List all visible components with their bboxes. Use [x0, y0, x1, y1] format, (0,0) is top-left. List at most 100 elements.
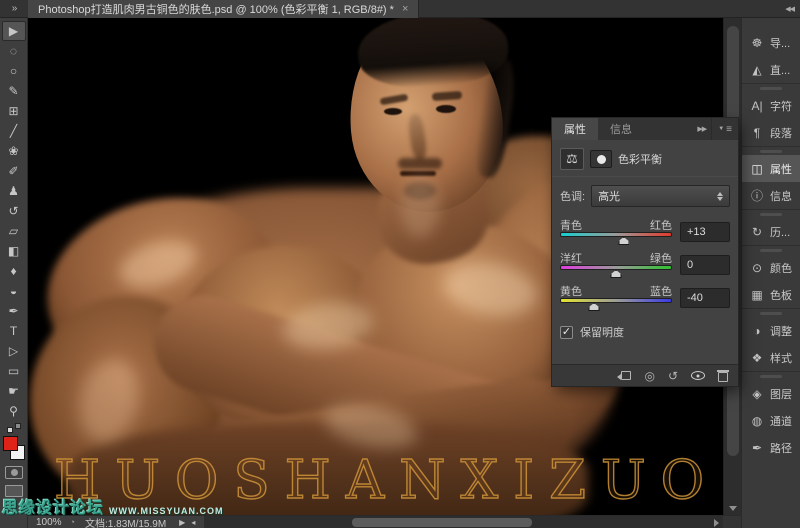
- zoom-level-field[interactable]: 100%: [28, 517, 70, 528]
- figure-mustache-shadow: [398, 158, 442, 169]
- tab-properties[interactable]: 属性: [552, 118, 598, 140]
- tab-info[interactable]: 信息: [598, 118, 644, 140]
- lasso-tool-button[interactable]: ○: [2, 61, 26, 81]
- scroll-down-icon[interactable]: [729, 506, 737, 511]
- lasso-icon: ○: [10, 65, 17, 77]
- panel-tab-bar: 属性 信息 ▶▶ ▼≡: [552, 118, 738, 140]
- dock-label: 颜色: [770, 260, 792, 276]
- cyan-red-track[interactable]: [560, 232, 672, 237]
- delete-trash-icon[interactable]: [718, 372, 728, 382]
- dock-label: 路径: [770, 440, 792, 456]
- dock-item-history[interactable]: ↻历...: [742, 218, 800, 245]
- yellow-blue-value-field[interactable]: -40: [680, 288, 730, 308]
- dock-item-layers[interactable]: ◈图层: [742, 380, 800, 407]
- zoom-icon: ⚲: [9, 405, 18, 417]
- info-icon: ⓘ: [749, 187, 765, 204]
- previous-state-icon[interactable]: ◎: [644, 370, 654, 382]
- dock-item-properties[interactable]: ◫属性: [742, 155, 800, 182]
- dodge-icon: ◒: [10, 285, 17, 297]
- type-icon: T: [10, 325, 17, 337]
- dock-item-swatches[interactable]: ▦色板: [742, 281, 800, 308]
- dodge-tool-button[interactable]: ◒: [2, 281, 26, 301]
- brush-tool-button[interactable]: ✐: [2, 161, 26, 181]
- adjustment-header: ⚖ 色彩平衡: [560, 146, 730, 172]
- dock-separator: [742, 209, 800, 218]
- cyan-red-value-field[interactable]: +13: [680, 222, 730, 242]
- scroll-right-icon[interactable]: [714, 519, 719, 527]
- dock-item-character[interactable]: A|字符: [742, 92, 800, 119]
- cyan-red-slider-row: 青色 红色 +13: [560, 217, 730, 246]
- blur-tool-button[interactable]: ♦: [2, 261, 26, 281]
- dock-item-histogram[interactable]: ◭直...: [742, 56, 800, 83]
- color-balance-icon[interactable]: ⚖: [560, 148, 584, 170]
- dock-expand-icon[interactable]: ◀◀: [785, 5, 800, 13]
- navigator-icon: ☸: [749, 36, 765, 50]
- crop-tool-button[interactable]: ⊞: [2, 101, 26, 121]
- eyedropper-tool-button[interactable]: ╱: [2, 121, 26, 141]
- default-colors-icon[interactable]: [7, 423, 21, 433]
- move-tool-button[interactable]: ▶: [2, 21, 26, 41]
- panel-collapse-icon[interactable]: ▶▶: [692, 118, 711, 140]
- brush-icon: ✐: [8, 165, 18, 177]
- mini-bg: [15, 423, 21, 429]
- clip-to-layer-icon[interactable]: [621, 371, 631, 380]
- clone-stamp-tool-button[interactable]: ♟: [2, 181, 26, 201]
- dock-item-navigator[interactable]: ☸导...: [742, 29, 800, 56]
- hand-tool-button[interactable]: ☛: [2, 381, 26, 401]
- tone-select[interactable]: 高光: [591, 185, 730, 207]
- caret-down-icon: ▼: [718, 126, 724, 132]
- yellow-blue-track[interactable]: [560, 298, 672, 303]
- dock-item-color[interactable]: ⊙ 颜色: [742, 254, 800, 281]
- eraser-tool-button[interactable]: ▱: [2, 221, 26, 241]
- quick-selection-tool-button[interactable]: ✎: [2, 81, 26, 101]
- red-label: 红色: [650, 217, 672, 232]
- hand-icon: ☛: [8, 385, 19, 397]
- panel-menu-icon[interactable]: ▼≡: [711, 118, 738, 140]
- gradient-tool-button[interactable]: ◧: [2, 241, 26, 261]
- foreground-color-swatch[interactable]: [3, 436, 18, 451]
- history-brush-tool-button[interactable]: ↺: [2, 201, 26, 221]
- magenta-green-value-field[interactable]: 0: [680, 255, 730, 275]
- layer-mask-thumbnail[interactable]: [590, 150, 612, 168]
- dock-separator: [742, 371, 800, 380]
- preserve-luminosity-label: 保留明度: [580, 324, 624, 340]
- document-tab[interactable]: Photoshop打造肌肉男古铜色的肤色.psd @ 100% (色彩平衡 1,…: [28, 0, 419, 18]
- dock-item-paths[interactable]: ✒路径: [742, 434, 800, 461]
- dock-item-styles[interactable]: ❖样式: [742, 344, 800, 371]
- slider-labels: 洋红 绿色: [560, 250, 672, 265]
- dock-separator: [742, 83, 800, 92]
- color-icon: ⊙: [749, 261, 765, 275]
- marquee-tool-button[interactable]: ◌: [2, 41, 26, 61]
- panel-body: ⚖ 色彩平衡 色调: 高光 青色 红色: [552, 140, 738, 386]
- dock-item-paragraph[interactable]: ¶段落: [742, 119, 800, 146]
- properties-panel: 属性 信息 ▶▶ ▼≡ ⚖ 色彩平衡 色调: 高光: [552, 118, 738, 386]
- dock-item-adjustments[interactable]: ◑调整: [742, 317, 800, 344]
- path-select-tool-button[interactable]: ▷: [2, 341, 26, 361]
- status-arrow-right-icon[interactable]: ▶: [176, 518, 188, 527]
- slider-left: 洋红 绿色: [560, 250, 672, 279]
- dock-item-channels[interactable]: ◍通道: [742, 407, 800, 434]
- slider-labels: 青色 红色: [560, 217, 672, 232]
- preserve-luminosity-checkbox[interactable]: ✓: [560, 326, 573, 339]
- close-tab-icon[interactable]: ×: [402, 3, 408, 15]
- dock-header: [742, 18, 800, 29]
- zoom-tool-button[interactable]: ⚲: [2, 401, 26, 421]
- reset-icon[interactable]: ↺: [668, 370, 678, 382]
- type-tool-button[interactable]: T: [2, 321, 26, 341]
- status-arrow-left-icon[interactable]: ◂: [188, 518, 198, 527]
- pen-tool-button[interactable]: ✒: [2, 301, 26, 321]
- adjustments-icon: ◑: [749, 324, 765, 338]
- quick-mask-button[interactable]: [5, 466, 23, 479]
- eraser-icon: ▱: [9, 225, 18, 237]
- toolbar-collapse-icon[interactable]: »: [0, 3, 28, 14]
- shape-tool-button[interactable]: ▭: [2, 361, 26, 381]
- channels-icon: ◍: [749, 414, 765, 428]
- magenta-green-track[interactable]: [560, 265, 672, 270]
- dock-label: 色板: [770, 287, 792, 303]
- dock-item-info[interactable]: ⓘ信息: [742, 182, 800, 209]
- move-icon: ▶: [9, 25, 18, 37]
- visibility-eye-icon[interactable]: [691, 371, 705, 380]
- horizontal-scrollbar[interactable]: [204, 516, 723, 528]
- healing-brush-tool-button[interactable]: ❀: [2, 141, 26, 161]
- horizontal-scrollbar-thumb[interactable]: [352, 518, 532, 527]
